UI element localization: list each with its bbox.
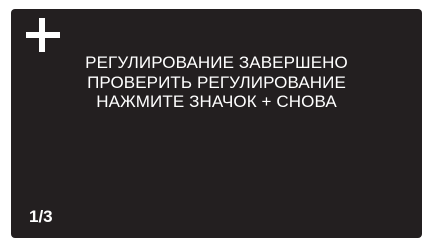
status-message: РЕГУЛИРОВАНИЕ ЗАВЕРШЕНО ПРОВЕРИТЬ РЕГУЛИ…	[11, 53, 422, 112]
page-indicator: 1/3	[29, 207, 53, 226]
message-line-complete: РЕГУЛИРОВАНИЕ ЗАВЕРШЕНО	[85, 53, 348, 72]
adjustment-screen: РЕГУЛИРОВАНИЕ ЗАВЕРШЕНО ПРОВЕРИТЬ РЕГУЛИ…	[11, 9, 422, 238]
message-line-instruction: НАЖМИТЕ ЗНАЧОК + СНОВА	[96, 92, 337, 111]
plus-button[interactable]	[26, 18, 60, 52]
plus-icon	[26, 18, 60, 52]
message-line-check: ПРОВЕРИТЬ РЕГУЛИРОВАНИЕ	[87, 72, 346, 92]
